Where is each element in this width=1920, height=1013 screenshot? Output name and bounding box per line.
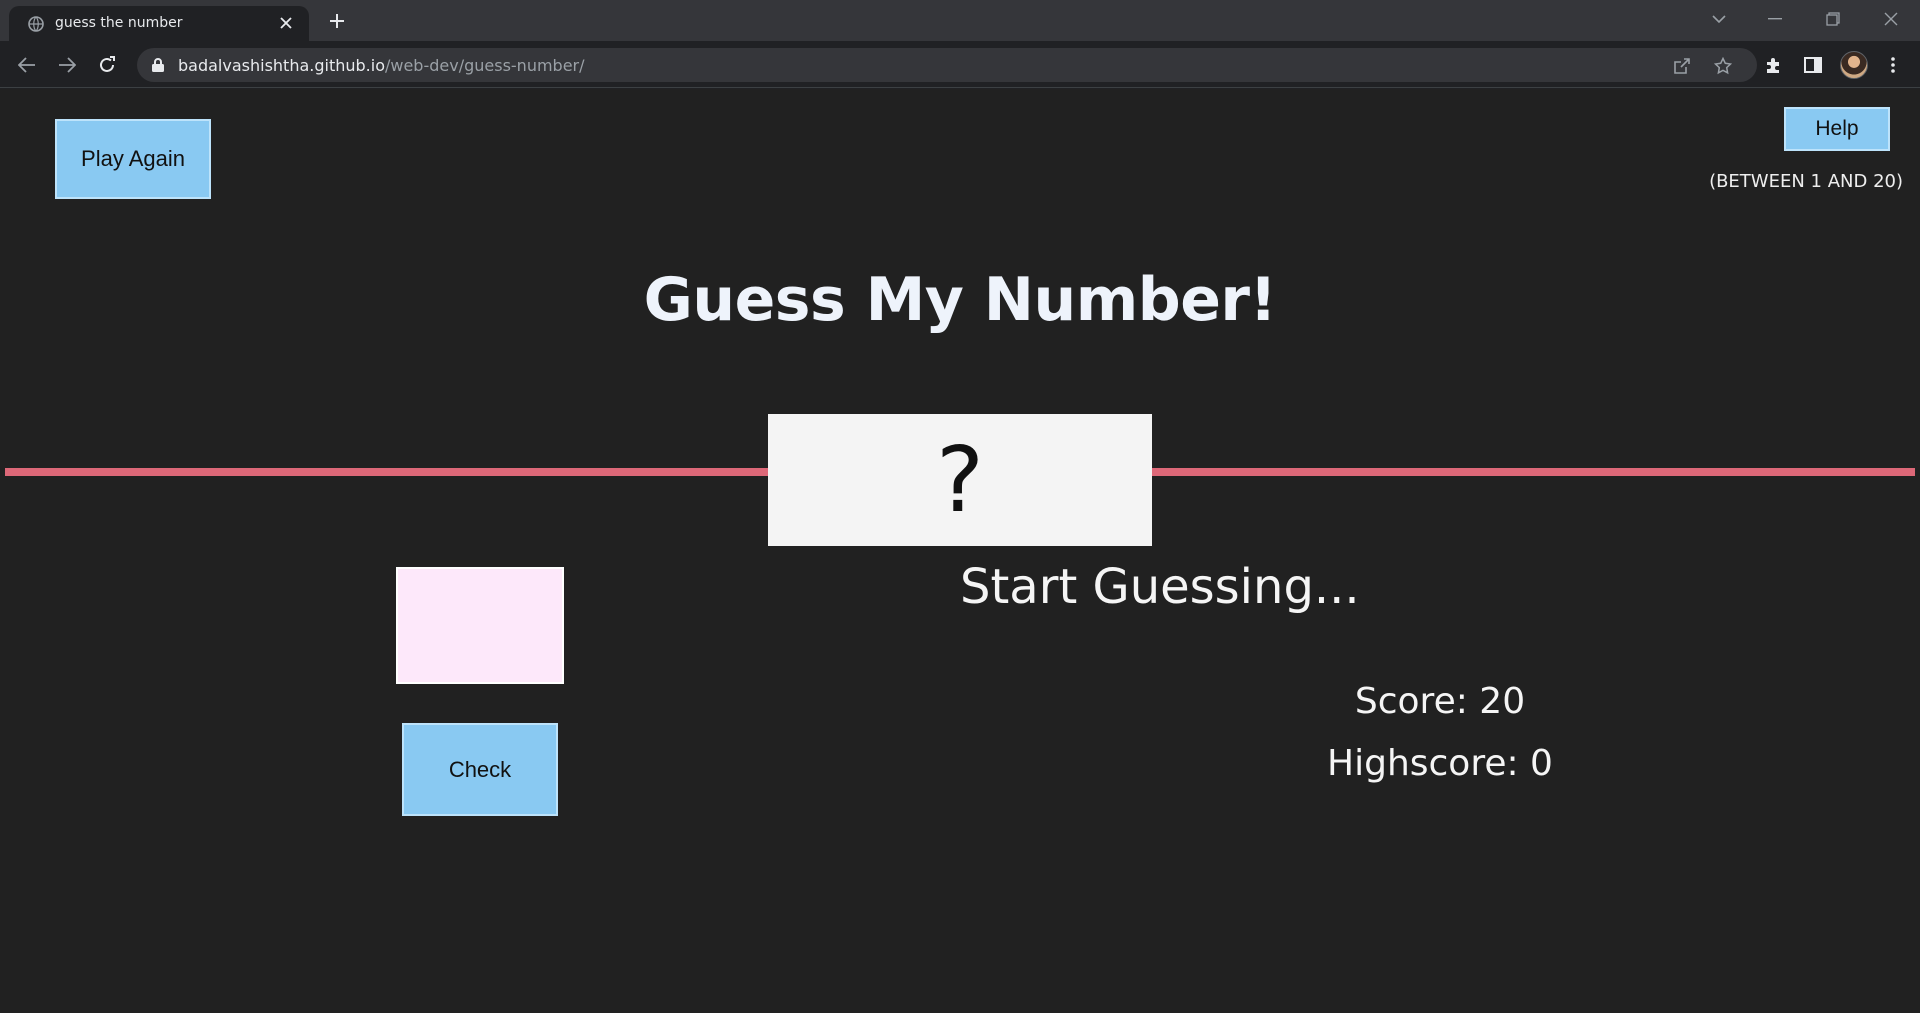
score-label: Score: 20 [1354, 681, 1526, 722]
tab-search-icon[interactable] [1704, 6, 1734, 32]
close-tab-icon[interactable] [277, 14, 295, 32]
url-text[interactable]: badalvashishtha.github.io/web-dev/guess-… [178, 56, 585, 75]
share-icon[interactable] [1671, 55, 1693, 77]
help-button[interactable]: Help [1784, 107, 1890, 151]
profile-avatar[interactable] [1840, 51, 1868, 79]
tab-strip: guess the number [0, 0, 1920, 41]
range-hint: (BETWEEN 1 AND 20) [1709, 171, 1903, 192]
bookmark-star-icon[interactable] [1712, 55, 1734, 77]
minimize-icon[interactable] [1760, 6, 1790, 32]
guess-input[interactable] [396, 567, 564, 684]
reload-icon[interactable] [92, 50, 122, 80]
browser-tab[interactable]: guess the number [9, 6, 309, 41]
url-path: /web-dev/guess-number/ [384, 56, 585, 75]
game-page: Play Again Help (BETWEEN 1 AND 20) Guess… [0, 89, 1920, 1013]
url-host: badalvashishtha.github.io [178, 56, 385, 75]
forward-icon[interactable] [52, 50, 82, 80]
check-button[interactable]: Check [402, 723, 558, 816]
new-tab-icon[interactable] [325, 9, 349, 33]
side-panel-icon[interactable] [1800, 52, 1826, 78]
play-again-button[interactable]: Play Again [55, 119, 211, 199]
more-menu-icon[interactable] [1880, 52, 1906, 78]
page-title: Guess My Number! [643, 265, 1277, 335]
back-icon[interactable] [12, 50, 42, 80]
highscore-label: Highscore: 0 [1327, 743, 1553, 784]
lock-icon[interactable] [151, 57, 167, 73]
status-message: Start Guessing... [960, 559, 1360, 615]
close-window-icon[interactable] [1876, 6, 1906, 32]
browser-toolbar: badalvashishtha.github.io/web-dev/guess-… [0, 41, 1920, 88]
globe-icon [27, 15, 44, 32]
secret-number-box: ? [768, 414, 1152, 546]
address-bar[interactable]: badalvashishtha.github.io/web-dev/guess-… [137, 48, 1757, 82]
restore-icon[interactable] [1818, 6, 1848, 32]
tab-title: guess the number [55, 15, 183, 31]
extensions-icon[interactable] [1760, 52, 1786, 78]
